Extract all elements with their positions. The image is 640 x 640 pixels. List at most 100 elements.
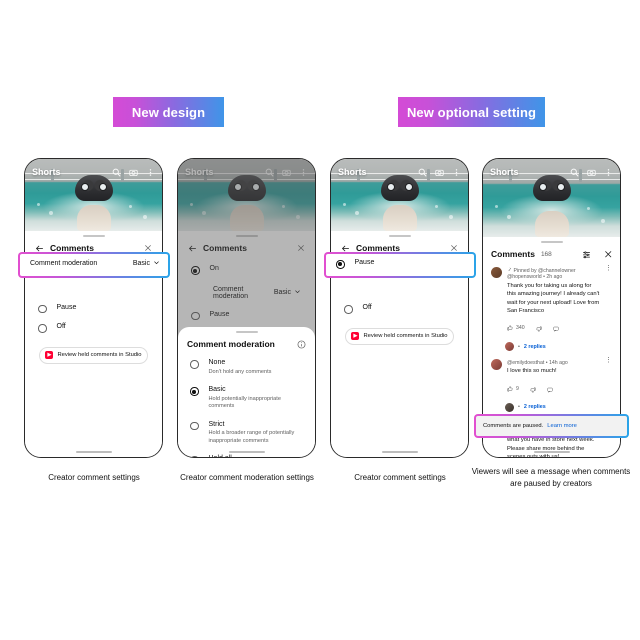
camera-icon[interactable] bbox=[129, 168, 138, 177]
search-icon[interactable] bbox=[112, 168, 121, 177]
radio-label: Off bbox=[362, 304, 372, 312]
caption-phone-2: Creator comment moderation settings bbox=[180, 473, 314, 482]
pinned-by-text: Pinned by @channelowner bbox=[513, 267, 576, 274]
like-count: 9 bbox=[516, 385, 519, 392]
avatar bbox=[505, 342, 514, 352]
shorts-title: Shorts bbox=[490, 167, 519, 177]
reply-button[interactable] bbox=[553, 319, 559, 337]
phone-mockup-4: Shorts Comments 168 Pinned by @channelow… bbox=[482, 158, 621, 458]
caption-phone-1: Creator comment settings bbox=[48, 473, 140, 482]
comment-body: @emilydoesthat • 14h ago I love this so … bbox=[507, 359, 600, 397]
camera-icon[interactable] bbox=[435, 168, 444, 177]
comment-body: Pinned by @channelowner @hopensworld • 2… bbox=[507, 267, 600, 337]
like-button[interactable]: 9 bbox=[507, 386, 519, 392]
comment-moderation-value: Basic bbox=[132, 260, 150, 267]
search-icon[interactable] bbox=[570, 168, 579, 177]
replies-count: 2 replies bbox=[523, 343, 546, 350]
comment-meta: @emilydoesthat • 14h ago bbox=[507, 359, 568, 366]
info-icon[interactable] bbox=[297, 340, 306, 349]
review-held-comments-button-1[interactable]: ▶ Review held comments in Studio bbox=[39, 346, 148, 364]
moderation-option-label: Hold all bbox=[209, 455, 255, 457]
shorts-top-bar-4: Shorts bbox=[483, 167, 620, 177]
comments-paused-text: Comments are paused. bbox=[483, 423, 544, 429]
radio-option-off-1[interactable]: Off bbox=[33, 318, 154, 338]
reply-button[interactable] bbox=[547, 380, 553, 398]
comment-moderation-label: Comment moderation bbox=[30, 260, 98, 267]
radio-label: Off bbox=[56, 323, 66, 331]
comment-item[interactable]: @emilydoesthat • 14h ago I love this so … bbox=[489, 354, 614, 400]
sheet-grabber[interactable] bbox=[388, 235, 411, 238]
review-held-comments-label: Review held comments in Studio bbox=[57, 352, 142, 359]
moderation-option-text: Basic Hold potentially inappropriate com… bbox=[209, 386, 305, 410]
comment-moderation-row-1[interactable]: Comment moderation Basic bbox=[20, 254, 168, 273]
banner-new-design: New design bbox=[113, 97, 224, 127]
radio-option-pause-3[interactable]: Pause bbox=[326, 254, 474, 274]
caption-phone-4: Viewers will see a message when comments… bbox=[471, 467, 631, 488]
radio-indicator bbox=[190, 387, 199, 396]
comments-count: 168 bbox=[540, 250, 552, 258]
like-count: 340 bbox=[516, 325, 525, 332]
moderation-option-sub: Hold a broader range of potentially inap… bbox=[208, 430, 295, 444]
pinned-label-row: Pinned by @channelowner bbox=[507, 267, 600, 274]
more-vertical-icon[interactable] bbox=[604, 168, 613, 177]
moderation-option-text: Hold all Hold all comments bbox=[209, 455, 255, 457]
moderation-option-text: None Don't hold any comments bbox=[209, 359, 272, 376]
phone-mockup-3: Shorts Comments Off ▶ Review held commen… bbox=[330, 158, 469, 458]
dislike-button[interactable] bbox=[530, 380, 536, 398]
shorts-top-bar-1: Shorts bbox=[25, 167, 162, 177]
caption-phone-3: Creator comment settings bbox=[354, 473, 446, 482]
camera-icon[interactable] bbox=[587, 168, 596, 177]
radio-indicator bbox=[344, 305, 353, 314]
radio-option-pause-1[interactable]: Pause bbox=[33, 299, 154, 319]
comment-actions: 340 bbox=[507, 319, 600, 337]
comment-actions: 9 bbox=[507, 380, 600, 398]
moderation-option-strict[interactable]: Strict Hold a broader range of potential… bbox=[185, 416, 308, 450]
moderation-sheet-header: Comment moderation bbox=[185, 338, 308, 354]
banner-new-optional-setting: New optional setting bbox=[398, 97, 545, 127]
more-vertical-icon[interactable] bbox=[146, 168, 155, 177]
radio-indicator bbox=[38, 324, 47, 333]
highlight-comments-paused-banner: Comments are paused. Learn more bbox=[474, 414, 629, 438]
replies-row[interactable]: • 2 replies bbox=[489, 340, 614, 354]
moderation-option-basic[interactable]: Basic Hold potentially inappropriate com… bbox=[185, 381, 308, 415]
more-vertical-icon[interactable] bbox=[452, 168, 461, 177]
dislike-button[interactable] bbox=[536, 319, 542, 337]
like-button[interactable]: 340 bbox=[507, 325, 525, 331]
sheet-grabber[interactable] bbox=[235, 331, 258, 334]
more-vertical-icon[interactable]: ⋮ bbox=[605, 357, 612, 397]
radio-option-off-3[interactable]: Off bbox=[339, 299, 460, 319]
radio-label: Pause bbox=[56, 303, 77, 311]
chevron-down-icon bbox=[153, 259, 160, 268]
moderation-option-label: Basic bbox=[208, 386, 226, 394]
review-held-comments-label: Review held comments in Studio bbox=[363, 333, 448, 340]
moderation-option-text: Strict Hold a broader range of potential… bbox=[209, 421, 305, 445]
learn-more-link[interactable]: Learn more bbox=[547, 423, 577, 429]
moderation-option-none[interactable]: None Don't hold any comments bbox=[185, 354, 308, 381]
dot-separator: • bbox=[518, 404, 520, 411]
review-held-comments-button-3[interactable]: ▶ Review held comments in Studio bbox=[345, 327, 454, 345]
phone-mockup-2: Shorts Comments On Comment moderation Ba… bbox=[177, 158, 316, 458]
shorts-video-3: Shorts bbox=[331, 159, 468, 231]
shorts-top-bar-3: Shorts bbox=[331, 167, 468, 177]
shorts-title: Shorts bbox=[32, 167, 61, 177]
comments-title: Comments bbox=[491, 249, 535, 260]
moderation-sheet-title: Comment moderation bbox=[187, 339, 275, 350]
avatar bbox=[491, 267, 502, 279]
more-vertical-icon[interactable]: ⋮ bbox=[605, 265, 612, 337]
close-icon[interactable] bbox=[604, 250, 613, 259]
sheet-grabber[interactable] bbox=[540, 241, 563, 244]
radio-indicator bbox=[190, 455, 199, 457]
comment-moderation-value-group[interactable]: Basic bbox=[133, 259, 160, 268]
replies-row[interactable]: • 2 replies bbox=[489, 401, 614, 415]
radio-indicator bbox=[38, 304, 47, 314]
filter-sliders-icon[interactable] bbox=[582, 250, 591, 259]
shorts-video-1: Shorts bbox=[25, 159, 162, 231]
highlight-comment-moderation-1: Comment moderation Basic bbox=[18, 252, 170, 278]
sheet-grabber[interactable] bbox=[82, 235, 105, 238]
comment-text: Thank you for taking us along for this a… bbox=[507, 282, 600, 315]
comment-text: I love this so much! bbox=[507, 368, 557, 375]
comment-meta: @hopensworld • 2h ago bbox=[507, 274, 563, 281]
moderation-option-sub: Don't hold any comments bbox=[208, 369, 272, 376]
comment-item[interactable]: Pinned by @channelowner @hopensworld • 2… bbox=[489, 262, 614, 340]
search-icon[interactable] bbox=[418, 168, 427, 177]
